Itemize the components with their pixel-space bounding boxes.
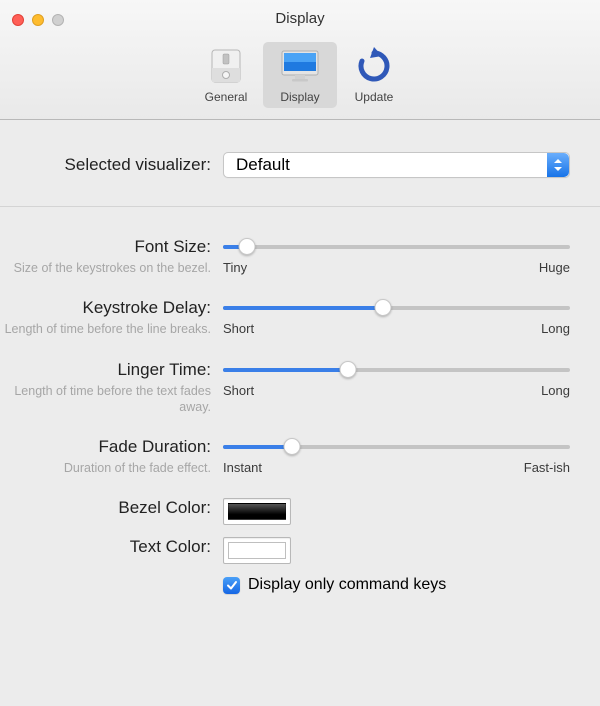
text-color-swatch	[228, 542, 286, 559]
monitor-icon	[278, 46, 322, 86]
refresh-icon	[352, 46, 396, 86]
select-arrows-icon	[547, 153, 569, 177]
display-only-cmd-row: Display only command keys	[0, 576, 570, 594]
check-icon	[226, 579, 238, 591]
linger-time-slider[interactable]	[223, 360, 570, 380]
keystroke-delay-slider[interactable]	[223, 298, 570, 318]
visualizer-selected-value: Default	[236, 155, 290, 175]
display-only-cmd-label: Display only command keys	[248, 576, 446, 594]
tab-general-label: General	[205, 90, 248, 104]
linger-time-sublabel: Length of time before the text fades awa…	[0, 383, 211, 416]
settings-content: Font Size: Size of the keystrokes on the…	[0, 207, 600, 594]
slider-panel-icon	[204, 46, 248, 86]
keystroke-delay-sublabel: Length of time before the line breaks.	[0, 321, 211, 337]
tab-display-label: Display	[280, 90, 319, 104]
fade-duration-max: Fast-ish	[524, 460, 570, 475]
keystroke-delay-min: Short	[223, 321, 254, 336]
fade-duration-label: Fade Duration:	[0, 437, 211, 457]
linger-time-min: Short	[223, 383, 254, 398]
text-color-label: Text Color:	[0, 537, 211, 557]
linger-time-row: Linger Time: Length of time before the t…	[0, 360, 570, 416]
window-title: Display	[0, 10, 600, 27]
bezel-color-label: Bezel Color:	[0, 498, 211, 518]
titlebar: Display General	[0, 0, 600, 120]
linger-time-max: Long	[541, 383, 570, 398]
fade-duration-slider[interactable]	[223, 437, 570, 457]
visualizer-select[interactable]: Default	[223, 152, 570, 178]
display-only-cmd-checkbox[interactable]	[223, 577, 240, 594]
font-size-max: Huge	[539, 260, 570, 275]
tab-general[interactable]: General	[189, 42, 263, 108]
text-color-row: Text Color:	[0, 537, 570, 564]
keystroke-delay-max: Long	[541, 321, 570, 336]
bezel-color-row: Bezel Color:	[0, 498, 570, 525]
keystroke-delay-label: Keystroke Delay:	[0, 298, 211, 318]
text-color-well[interactable]	[223, 537, 291, 564]
font-size-min: Tiny	[223, 260, 247, 275]
toolbar: General Display Update	[0, 42, 600, 108]
font-size-slider[interactable]	[223, 237, 570, 257]
fade-duration-sublabel: Duration of the fade effect.	[0, 460, 211, 476]
linger-time-label: Linger Time:	[0, 360, 211, 380]
fade-duration-min: Instant	[223, 460, 262, 475]
bezel-color-well[interactable]	[223, 498, 291, 525]
tab-update[interactable]: Update	[337, 42, 411, 108]
visualizer-label: Selected visualizer:	[0, 155, 223, 175]
tab-display[interactable]: Display	[263, 42, 337, 108]
keystroke-delay-row: Keystroke Delay: Length of time before t…	[0, 298, 570, 337]
font-size-sublabel: Size of the keystrokes on the bezel.	[0, 260, 211, 276]
tab-update-label: Update	[355, 90, 394, 104]
bezel-color-swatch	[228, 503, 286, 520]
fade-duration-row: Fade Duration: Duration of the fade effe…	[0, 437, 570, 476]
font-size-row: Font Size: Size of the keystrokes on the…	[0, 237, 570, 276]
visualizer-section: Selected visualizer: Default	[0, 120, 600, 207]
font-size-label: Font Size:	[0, 237, 211, 257]
